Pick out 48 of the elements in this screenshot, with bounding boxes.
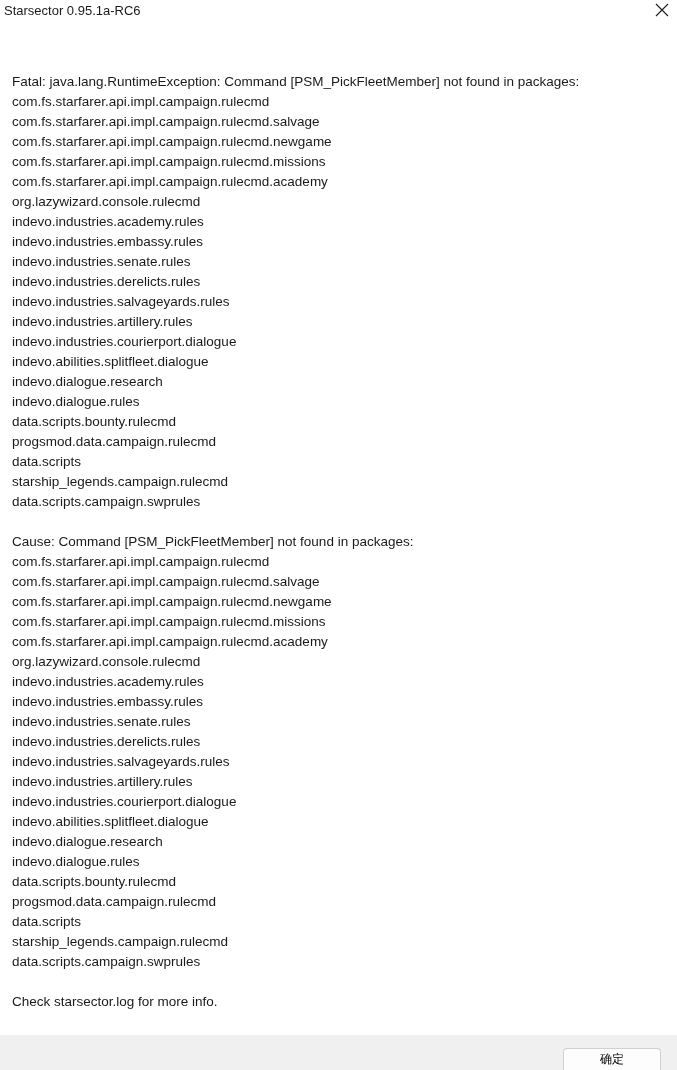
package-name: indevo.dialogue.research — [12, 373, 164, 391]
package-name: indevo.industries.senate.rules — [12, 713, 192, 731]
package-name: com.fs.starfarer.api.impl.campaign.rulecmd.missions — [12, 153, 327, 171]
footer-note: Check starsector.log for more info. — [12, 993, 219, 1011]
package-name: com.fs.starfarer.api.impl.campaign.rulecmd.newgame — [12, 133, 333, 151]
package-name: indevo.abilities.splitfleet.dialogue — [12, 353, 210, 371]
package-name: indevo.industries.salvageyards.rules — [12, 753, 231, 771]
close-icon[interactable] — [655, 3, 669, 17]
package-name: data.scripts.campaign.swprules — [12, 493, 202, 511]
ok-button[interactable]: 确定 — [563, 1048, 661, 1070]
package-name: data.scripts.bounty.rulecmd — [12, 413, 178, 431]
package-name: indevo.industries.embassy.rules — [12, 693, 205, 711]
package-name: indevo.industries.artillery.rules — [12, 773, 194, 791]
package-name: data.scripts — [12, 913, 83, 931]
package-name: indevo.industries.academy.rules — [12, 213, 205, 231]
package-name: data.scripts — [12, 453, 83, 471]
package-name: org.lazywizard.console.rulecmd — [12, 653, 202, 671]
package-name: indevo.industries.courierport.dialogue — [12, 793, 238, 811]
package-name: indevo.dialogue.rules — [12, 393, 141, 411]
package-name: com.fs.starfarer.api.impl.campaign.rulecmd.salvage — [12, 573, 321, 591]
package-name: com.fs.starfarer.api.impl.campaign.rulecmd.academy — [12, 173, 329, 191]
package-name: com.fs.starfarer.api.impl.campaign.rulecmd.salvage — [12, 113, 321, 131]
window-title: Starsector 0.95.1a-RC6 — [4, 2, 141, 18]
package-name: com.fs.starfarer.api.impl.campaign.rulecmd.academy — [12, 633, 329, 651]
package-name: progsmod.data.campaign.rulecmd — [12, 433, 218, 451]
package-name: indevo.industries.artillery.rules — [12, 313, 194, 331]
package-name: progsmod.data.campaign.rulecmd — [12, 893, 218, 911]
package-name: indevo.industries.courierport.dialogue — [12, 333, 238, 351]
cause-heading: Cause: Command [PSM_PickFleetMember] not found in packages: — [12, 533, 415, 551]
package-name: indevo.industries.derelicts.rules — [12, 273, 202, 291]
package-name: indevo.industries.senate.rules — [12, 253, 192, 271]
package-name: indevo.industries.salvageyards.rules — [12, 293, 231, 311]
package-name: indevo.industries.embassy.rules — [12, 233, 205, 251]
package-name: com.fs.starfarer.api.impl.campaign.rulecmd.missions — [12, 613, 327, 631]
error-heading: Fatal: java.lang.RuntimeException: Command [PSM_PickFleetMember] not found in packages: — [12, 73, 581, 91]
package-name: indevo.industries.academy.rules — [12, 673, 205, 691]
package-name: com.fs.starfarer.api.impl.campaign.rulecmd — [12, 93, 271, 111]
package-name: com.fs.starfarer.api.impl.campaign.rulecmd — [12, 553, 271, 571]
package-name: data.scripts.bounty.rulecmd — [12, 873, 178, 891]
package-name: data.scripts.campaign.swprules — [12, 953, 202, 971]
package-name: com.fs.starfarer.api.impl.campaign.rulecmd.newgame — [12, 593, 333, 611]
package-name: indevo.industries.derelicts.rules — [12, 733, 202, 751]
package-name: starship_legends.campaign.rulecmd — [12, 473, 230, 491]
package-name: indevo.abilities.splitfleet.dialogue — [12, 813, 210, 831]
package-name: indevo.dialogue.rules — [12, 853, 141, 871]
package-name: starship_legends.campaign.rulecmd — [12, 933, 230, 951]
package-name: org.lazywizard.console.rulecmd — [12, 193, 202, 211]
package-name: indevo.dialogue.research — [12, 833, 164, 851]
